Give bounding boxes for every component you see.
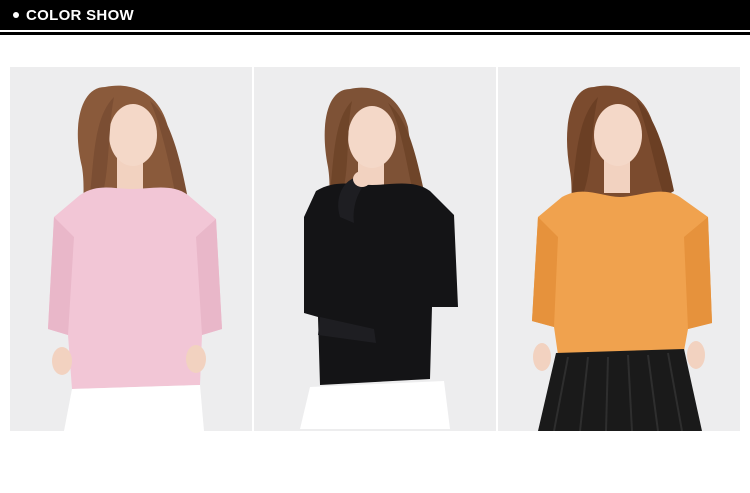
product-photo-black[interactable]	[254, 67, 496, 431]
section-title: COLOR SHOW	[26, 6, 134, 24]
header-divider	[0, 32, 750, 35]
product-photo-pink[interactable]	[10, 67, 252, 431]
model-illustration-orange	[532, 85, 712, 431]
bullet-icon	[13, 12, 19, 18]
model-illustration-black	[300, 87, 458, 429]
product-photo-orange[interactable]	[498, 67, 740, 431]
section-header: COLOR SHOW	[0, 0, 750, 30]
model-illustration-pink	[48, 85, 222, 431]
